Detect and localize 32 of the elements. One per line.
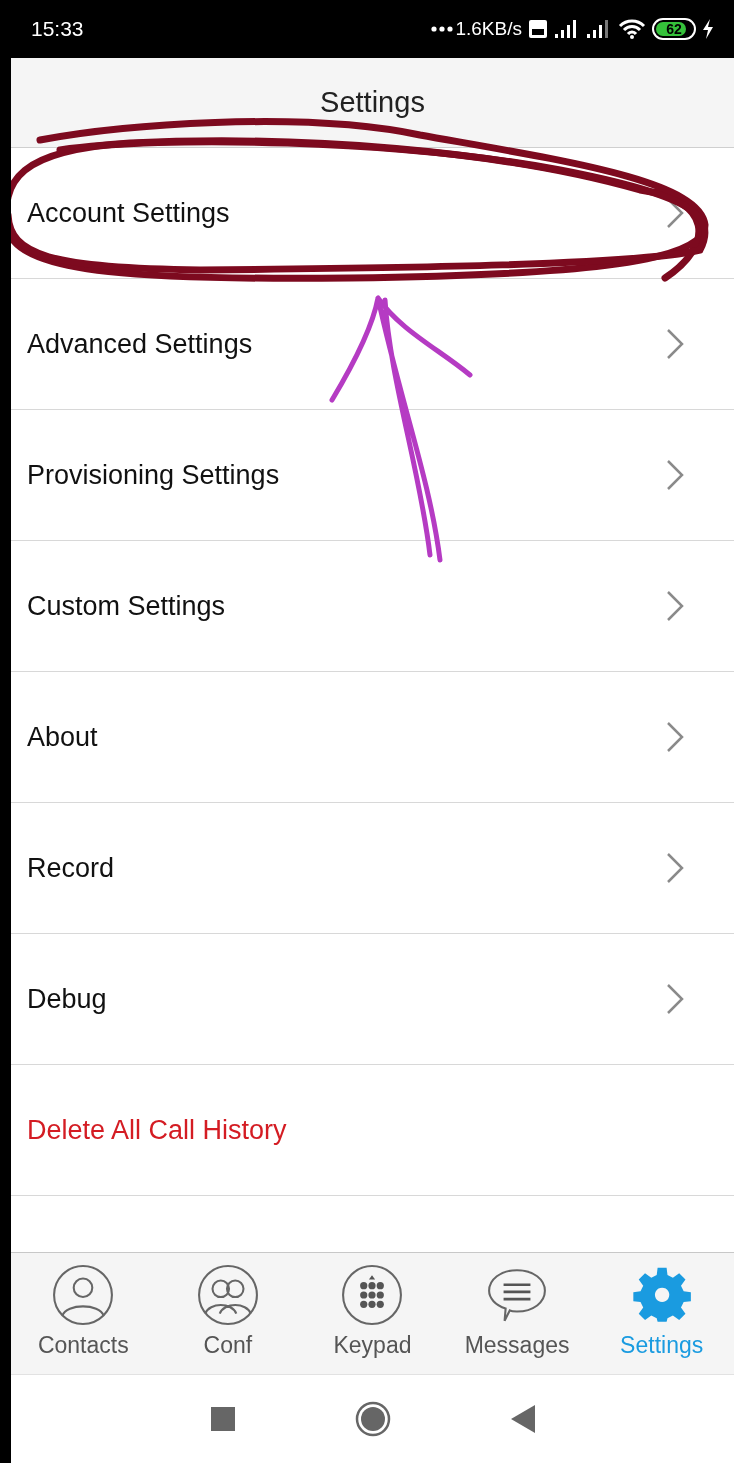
settings-row[interactable]: Debug (11, 934, 734, 1065)
settings-row[interactable]: About (11, 672, 734, 803)
chevron-right-icon (666, 459, 684, 491)
tab[interactable]: Contacts (11, 1253, 156, 1374)
people-icon (196, 1264, 259, 1327)
dots-icon (431, 26, 454, 32)
settings-row[interactable]: Provisioning Settings (11, 410, 734, 541)
settings-row[interactable]: Delete All Call History (11, 1065, 734, 1196)
settings-row[interactable]: Custom Settings (11, 541, 734, 672)
tab[interactable]: Messages (444, 1253, 590, 1374)
tab[interactable]: Conf (155, 1253, 301, 1374)
chevron-right-icon (666, 328, 684, 360)
volte-icon (528, 19, 548, 39)
battery-icon: 62 (652, 18, 696, 40)
keypad-icon (341, 1264, 404, 1327)
chevron-right-icon (666, 983, 684, 1015)
settings-row[interactable]: Account Settings (11, 148, 734, 279)
home-button[interactable] (354, 1401, 391, 1437)
chevron-right-icon (666, 852, 684, 884)
wifi-icon (618, 18, 646, 40)
chevron-right-icon (666, 590, 684, 622)
network-speed: 1.6KB/s (455, 16, 522, 41)
screen-title: Settings (320, 84, 425, 120)
settings-row[interactable]: Advanced Settings (11, 279, 734, 410)
settings-row[interactable]: Record (11, 803, 734, 934)
chevron-right-icon (666, 721, 684, 753)
back-button[interactable] (510, 1405, 535, 1433)
status-time: 15:33 (31, 16, 84, 43)
tab[interactable]: Keypad (300, 1253, 445, 1374)
charging-icon (702, 19, 714, 39)
recents-button[interactable] (210, 1407, 235, 1431)
person-icon (52, 1264, 115, 1327)
